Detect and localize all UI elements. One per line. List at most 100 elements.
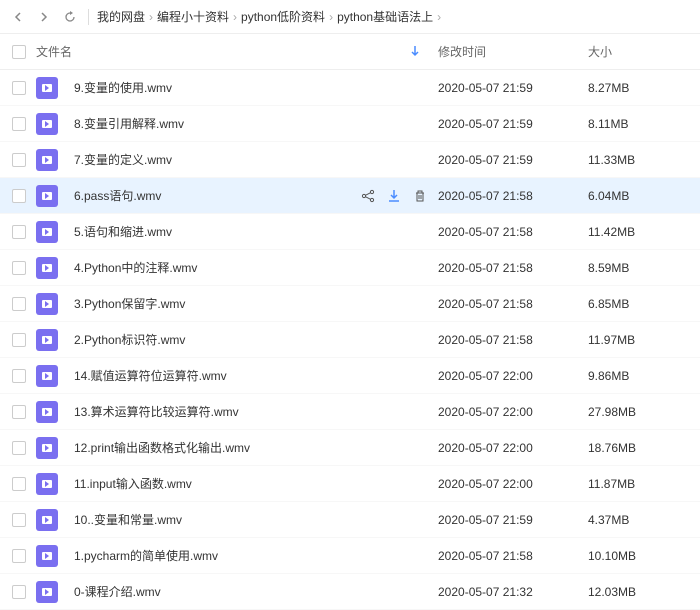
file-list: 9.变量的使用.wmv 2020-05-07 21:59 8.27MB 8.变量… <box>0 70 700 610</box>
file-name: 7.变量的定义.wmv <box>74 151 172 168</box>
video-file-icon <box>36 113 58 135</box>
download-icon[interactable] <box>386 188 402 204</box>
file-time: 2020-05-07 21:58 <box>438 189 588 203</box>
table-row[interactable]: 13.算术运算符比较运算符.wmv 2020-05-07 22:00 27.98… <box>0 394 700 430</box>
video-file-icon <box>36 149 58 171</box>
forward-button[interactable] <box>34 7 54 27</box>
file-time: 2020-05-07 21:59 <box>438 513 588 527</box>
file-size: 10.10MB <box>588 549 688 563</box>
chevron-right-icon: › <box>149 10 153 24</box>
table-row[interactable]: 3.Python保留字.wmv 2020-05-07 21:58 6.85MB <box>0 286 700 322</box>
table-row[interactable]: 4.Python中的注释.wmv 2020-05-07 21:58 8.59MB <box>0 250 700 286</box>
file-time: 2020-05-07 21:58 <box>438 297 588 311</box>
file-size: 11.87MB <box>588 477 688 491</box>
row-checkbox[interactable] <box>12 405 26 419</box>
table-row[interactable]: 6.pass语句.wmv 2020-05-07 21:58 6.04MB <box>0 178 700 214</box>
file-size: 11.97MB <box>588 333 688 347</box>
table-row[interactable]: 2.Python标识符.wmv 2020-05-07 21:58 11.97MB <box>0 322 700 358</box>
breadcrumb-item[interactable]: python基础语法上 <box>337 8 433 25</box>
video-file-icon <box>36 509 58 531</box>
video-file-icon <box>36 185 58 207</box>
file-name: 12.print输出函数格式化输出.wmv <box>74 439 250 456</box>
sort-down-icon <box>410 46 420 58</box>
chevron-right-icon: › <box>437 10 441 24</box>
file-size: 6.04MB <box>588 189 688 203</box>
file-name: 6.pass语句.wmv <box>74 187 161 204</box>
table-header: 文件名 修改时间 大小 <box>0 34 700 70</box>
separator <box>88 9 89 25</box>
table-row[interactable]: 12.print输出函数格式化输出.wmv 2020-05-07 22:00 1… <box>0 430 700 466</box>
video-file-icon <box>36 257 58 279</box>
video-file-icon <box>36 545 58 567</box>
video-file-icon <box>36 293 58 315</box>
breadcrumb-item[interactable]: python低阶资料 <box>241 8 325 25</box>
row-checkbox[interactable] <box>12 297 26 311</box>
video-file-icon <box>36 581 58 603</box>
video-file-icon <box>36 473 58 495</box>
file-time: 2020-05-07 21:58 <box>438 549 588 563</box>
table-row[interactable]: 0-课程介绍.wmv 2020-05-07 21:32 12.03MB <box>0 574 700 610</box>
table-row[interactable]: 7.变量的定义.wmv 2020-05-07 21:59 11.33MB <box>0 142 700 178</box>
file-size: 9.86MB <box>588 369 688 383</box>
row-checkbox[interactable] <box>12 369 26 383</box>
breadcrumb-item[interactable]: 编程小十资料 <box>157 8 229 25</box>
file-name: 2.Python标识符.wmv <box>74 331 185 348</box>
video-file-icon <box>36 77 58 99</box>
row-checkbox[interactable] <box>12 333 26 347</box>
file-size: 4.37MB <box>588 513 688 527</box>
file-size: 8.11MB <box>588 117 688 131</box>
video-file-icon <box>36 329 58 351</box>
file-name: 3.Python保留字.wmv <box>74 295 185 312</box>
table-row[interactable]: 14.赋值运算符位运算符.wmv 2020-05-07 22:00 9.86MB <box>0 358 700 394</box>
row-checkbox[interactable] <box>12 477 26 491</box>
column-header-name[interactable]: 文件名 <box>36 43 438 60</box>
table-row[interactable]: 5.语句和缩进.wmv 2020-05-07 21:58 11.42MB <box>0 214 700 250</box>
row-checkbox[interactable] <box>12 585 26 599</box>
breadcrumb: 我的网盘 › 编程小十资料 › python低阶资料 › python基础语法上… <box>97 8 441 25</box>
delete-icon[interactable] <box>412 188 428 204</box>
file-size: 11.42MB <box>588 225 688 239</box>
column-name-label: 文件名 <box>36 43 72 60</box>
row-checkbox[interactable] <box>12 153 26 167</box>
row-checkbox[interactable] <box>12 189 26 203</box>
video-file-icon <box>36 401 58 423</box>
file-time: 2020-05-07 22:00 <box>438 405 588 419</box>
chevron-right-icon: › <box>329 10 333 24</box>
column-header-time[interactable]: 修改时间 <box>438 43 588 60</box>
breadcrumb-item[interactable]: 我的网盘 <box>97 8 145 25</box>
share-icon[interactable] <box>360 188 376 204</box>
row-actions <box>360 188 428 204</box>
table-row[interactable]: 10..变量和常量.wmv 2020-05-07 21:59 4.37MB <box>0 502 700 538</box>
file-size: 8.27MB <box>588 81 688 95</box>
file-size: 27.98MB <box>588 405 688 419</box>
video-file-icon <box>36 437 58 459</box>
file-size: 8.59MB <box>588 261 688 275</box>
row-checkbox[interactable] <box>12 441 26 455</box>
column-header-size[interactable]: 大小 <box>588 43 688 60</box>
table-row[interactable]: 9.变量的使用.wmv 2020-05-07 21:59 8.27MB <box>0 70 700 106</box>
select-all-checkbox[interactable] <box>12 45 26 59</box>
row-checkbox[interactable] <box>12 81 26 95</box>
refresh-button[interactable] <box>60 7 80 27</box>
table-row[interactable]: 8.变量引用解释.wmv 2020-05-07 21:59 8.11MB <box>0 106 700 142</box>
table-row[interactable]: 11.input输入函数.wmv 2020-05-07 22:00 11.87M… <box>0 466 700 502</box>
table-row[interactable]: 1.pycharm的简单使用.wmv 2020-05-07 21:58 10.1… <box>0 538 700 574</box>
video-file-icon <box>36 365 58 387</box>
file-time: 2020-05-07 21:59 <box>438 153 588 167</box>
row-checkbox[interactable] <box>12 261 26 275</box>
back-button[interactable] <box>8 7 28 27</box>
file-name: 0-课程介绍.wmv <box>74 583 161 600</box>
file-name: 13.算术运算符比较运算符.wmv <box>74 403 239 420</box>
row-checkbox[interactable] <box>12 549 26 563</box>
row-checkbox[interactable] <box>12 225 26 239</box>
toolbar: 我的网盘 › 编程小十资料 › python低阶资料 › python基础语法上… <box>0 0 700 34</box>
video-file-icon <box>36 221 58 243</box>
file-size: 18.76MB <box>588 441 688 455</box>
file-time: 2020-05-07 21:32 <box>438 585 588 599</box>
chevron-right-icon: › <box>233 10 237 24</box>
file-name: 11.input输入函数.wmv <box>74 475 192 492</box>
row-checkbox[interactable] <box>12 513 26 527</box>
file-name: 9.变量的使用.wmv <box>74 79 172 96</box>
file-time: 2020-05-07 21:58 <box>438 261 588 275</box>
row-checkbox[interactable] <box>12 117 26 131</box>
